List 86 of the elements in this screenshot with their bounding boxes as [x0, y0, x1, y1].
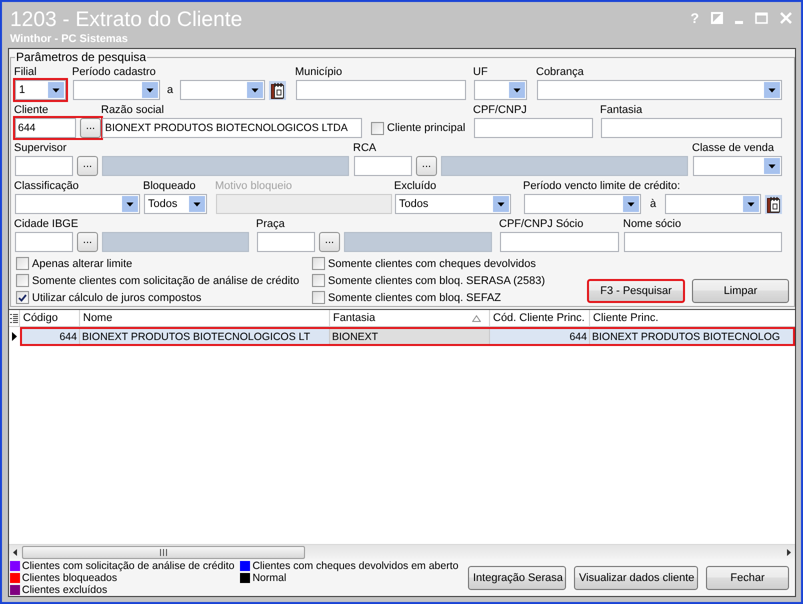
field-label: Período cadastro [72, 65, 157, 79]
field-label: CPF/CNPJ Sócio [499, 217, 584, 231]
checkbox-label[interactable]: Somente clientes com bloq. SEFAZ [328, 292, 502, 304]
field-label: CPF/CNPJ [473, 103, 528, 117]
text-field[interactable] [601, 118, 782, 138]
button[interactable]: Fechar [706, 566, 789, 590]
field-label: Nome sócio [623, 217, 682, 231]
text-field[interactable] [15, 232, 73, 252]
checkmark-icon [18, 294, 27, 302]
scrollbar-thumb[interactable] [22, 546, 305, 558]
calendar-icon[interactable] [269, 80, 286, 100]
arrow-right-icon[interactable] [787, 548, 791, 556]
field-label: RCA [353, 141, 378, 155]
field-label: Bloqueado [143, 179, 197, 193]
field-label: Cobrança [536, 65, 585, 79]
text-field[interactable] [354, 156, 412, 176]
dropdown[interactable]: 1 [15, 80, 66, 100]
lookup-button[interactable]: ... [80, 118, 101, 138]
checkbox-label[interactable]: Cliente principal [387, 122, 466, 134]
field-label: Período vencto limite de crédito: [523, 179, 682, 193]
table-row[interactable]: 644 BIONEXT PRODUTOS BIOTECNOLOGICOS LT BIONEXT 644 BIONEXT PRODUTOS BIOTECNOLOG [20, 327, 795, 346]
legend-label: Clientes excluídos [22, 584, 108, 596]
window-title: 1203 - Extrato do Cliente [10, 8, 242, 32]
range-separator: à [648, 198, 658, 210]
button[interactable]: Limpar [692, 279, 789, 303]
close-icon[interactable] [780, 12, 792, 24]
dropdown[interactable]: Todos [144, 194, 207, 214]
field-label: Fantasia [600, 103, 644, 117]
legend-label: Clientes com solicitação de análise de crédito [22, 560, 234, 572]
text-field[interactable] [257, 232, 315, 252]
lookup-button[interactable]: ... [77, 232, 98, 252]
text-field[interactable] [296, 80, 466, 100]
field-label: Motivo bloqueio [215, 179, 294, 193]
checkbox[interactable] [371, 122, 384, 134]
table-cell: 644 [22, 329, 80, 344]
checkbox[interactable] [16, 257, 29, 270]
checkbox-label[interactable]: Somente clientes com solicitação de análise de crédito [32, 274, 300, 286]
table-cell: 644 [490, 329, 590, 344]
field-label: Classe de venda [692, 141, 775, 155]
field-label: Filial [14, 65, 38, 79]
lookup-button[interactable]: ... [77, 156, 98, 176]
checkbox-label[interactable]: Somente clientes com cheques devolvidos [328, 258, 536, 270]
field-label: Classificação [14, 179, 80, 193]
checkbox[interactable] [312, 291, 325, 304]
checkbox-label[interactable]: Somente clientes com bloq. SERASA (2583) [328, 274, 546, 286]
grip-icon [160, 548, 167, 556]
arrow-left-icon[interactable] [13, 548, 17, 556]
text-field[interactable] [500, 232, 619, 252]
checkbox-label[interactable]: Apenas alterar limite [32, 258, 132, 270]
field-label: Supervisor [14, 141, 68, 155]
table-cell: BIONEXT [330, 329, 490, 344]
lookup-button[interactable]: ... [416, 156, 437, 176]
checkbox[interactable] [312, 257, 325, 270]
field-label: Município [295, 65, 344, 79]
button[interactable]: Integração Serasa [468, 566, 566, 590]
text-field[interactable] [474, 118, 593, 138]
range-separator: a [166, 84, 174, 96]
window-subtitle: Winthor - PC Sistemas [10, 33, 128, 46]
legend-label: Normal [252, 572, 286, 584]
split-square-icon[interactable] [711, 12, 723, 24]
legend-label: Clientes com cheques devolvidos em aberto [252, 560, 458, 572]
lookup-button[interactable]: ... [319, 232, 340, 252]
table-cell-text: BIONEXT PRODUTOS BIOTECNOLOG [591, 330, 782, 344]
text-field[interactable] [15, 156, 73, 176]
field-label: Excluído [394, 179, 438, 193]
horizontal-scrollbar[interactable] [9, 544, 795, 559]
group-box-legend: Parâmetros de pesquisa [15, 50, 148, 64]
field-label: Razão social [101, 103, 165, 117]
legend-label: Clientes bloqueados [22, 572, 118, 584]
button[interactable]: F3 - Pesquisar [587, 279, 685, 303]
button[interactable]: Visualizar dados cliente [574, 566, 698, 590]
dropdown[interactable]: Todos [395, 194, 511, 214]
checkbox[interactable] [16, 291, 29, 304]
maximize-icon[interactable] [755, 12, 768, 24]
checkbox[interactable] [16, 274, 29, 287]
text-field[interactable]: 644 [15, 118, 76, 138]
text-field[interactable] [624, 232, 782, 252]
checkbox[interactable] [312, 274, 325, 287]
list-icon[interactable] [10, 314, 18, 322]
field-label: Cidade IBGE [14, 217, 80, 231]
checkbox-label[interactable]: Utilizar cálculo de juros compostos [32, 292, 202, 304]
field-label: Cliente [14, 103, 50, 117]
field-label: UF [473, 65, 489, 79]
field-label: Praça [256, 217, 286, 231]
text-field[interactable]: BIONEXT PRODUTOS BIOTECNOLOGICOS LTDA [102, 118, 362, 138]
calendar-icon[interactable] [765, 194, 782, 214]
